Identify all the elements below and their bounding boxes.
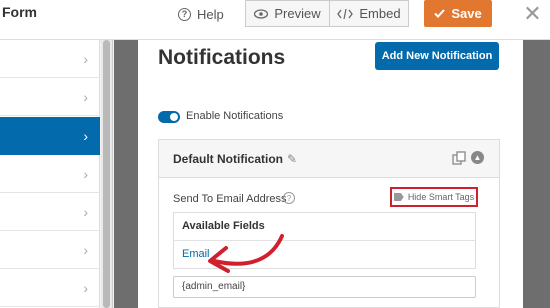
chevron-right-icon: › bbox=[83, 280, 88, 296]
sidebar-item[interactable]: › bbox=[0, 193, 100, 231]
chevron-right-icon: › bbox=[83, 204, 88, 220]
sidebar-item[interactable]: › bbox=[0, 78, 100, 116]
tag-icon bbox=[393, 193, 404, 201]
enable-notifications-label: Enable Notifications bbox=[186, 110, 284, 122]
sidebar-item[interactable]: › bbox=[0, 40, 100, 78]
chevron-right-icon: › bbox=[83, 166, 88, 182]
sidebar-scrollbar-thumb[interactable] bbox=[103, 40, 110, 308]
pencil-icon[interactable]: ✎ bbox=[287, 152, 297, 166]
top-bar: Form ? Help Preview Embed Save ✕ bbox=[0, 0, 550, 40]
question-icon: ? bbox=[178, 7, 191, 21]
save-button[interactable]: Save bbox=[424, 0, 492, 27]
notification-title: Default Notification bbox=[173, 152, 283, 166]
sidebar: › › › › › › › bbox=[0, 40, 100, 308]
preview-label: Preview bbox=[274, 6, 321, 21]
chevron-right-icon: › bbox=[83, 128, 88, 144]
sidebar-item[interactable]: › bbox=[0, 269, 100, 307]
notifications-panel: Notifications Add New Notification Enabl… bbox=[138, 40, 523, 308]
chevron-right-icon: › bbox=[83, 89, 88, 105]
help-label: Help bbox=[197, 6, 224, 22]
question-icon[interactable]: ? bbox=[283, 192, 295, 204]
chevron-up-icon[interactable]: ▲ bbox=[471, 151, 484, 164]
eye-icon bbox=[254, 8, 269, 19]
save-label: Save bbox=[451, 6, 482, 21]
code-icon bbox=[337, 8, 354, 19]
embed-label: Embed bbox=[359, 6, 401, 21]
default-notification-box: Default Notification ✎ ▲ Send To Email A… bbox=[158, 139, 500, 308]
send-to-email-input[interactable]: {admin_email} bbox=[173, 276, 476, 298]
notification-header[interactable]: Default Notification ✎ ▲ bbox=[159, 140, 499, 178]
preview-button[interactable]: Preview bbox=[245, 0, 330, 27]
clone-icon[interactable] bbox=[452, 151, 466, 165]
sidebar-item-active[interactable]: › bbox=[0, 117, 100, 155]
smart-tags-label: Hide Smart Tags bbox=[407, 192, 475, 202]
check-icon bbox=[434, 9, 446, 18]
embed-button[interactable]: Embed bbox=[329, 0, 409, 27]
send-to-email-label: Send To Email Address bbox=[173, 193, 287, 205]
sidebar-item[interactable]: › bbox=[0, 231, 100, 269]
help-button[interactable]: ? Help bbox=[178, 4, 224, 24]
arrow-annotation bbox=[208, 234, 284, 273]
toggle-knob bbox=[170, 113, 178, 121]
add-new-notification-button[interactable]: Add New Notification bbox=[375, 42, 499, 70]
available-fields-title: Available Fields bbox=[182, 220, 265, 232]
chevron-right-icon: › bbox=[83, 242, 88, 258]
enable-notifications-toggle[interactable] bbox=[158, 111, 180, 123]
form-title: Form bbox=[2, 4, 37, 20]
hide-smart-tags-link[interactable]: Hide Smart Tags bbox=[390, 187, 478, 207]
chevron-right-icon: › bbox=[83, 51, 88, 67]
sidebar-item[interactable]: › bbox=[0, 155, 100, 193]
page-title: Notifications bbox=[158, 46, 286, 69]
close-icon[interactable]: ✕ bbox=[515, 0, 550, 28]
